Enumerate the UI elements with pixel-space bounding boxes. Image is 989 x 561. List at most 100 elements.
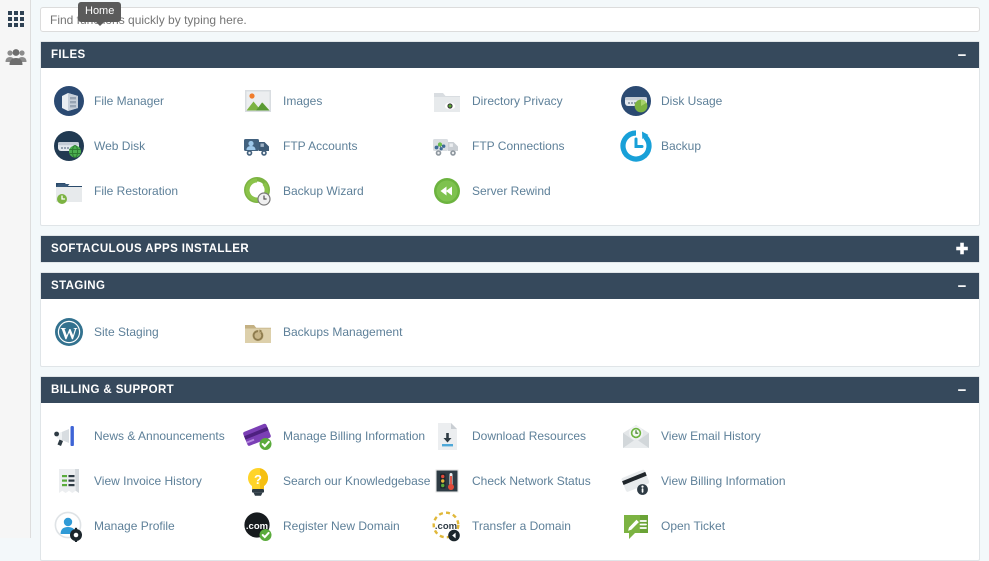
item-label: Images (283, 94, 322, 108)
item-view-invoice-history[interactable]: View Invoice History (41, 458, 230, 503)
card-info-icon (620, 465, 652, 497)
panel-title: FILES (51, 49, 955, 61)
item-row: W Site Staging Backups Management (41, 309, 979, 354)
collapse-icon[interactable]: − (955, 48, 969, 63)
item-label: Site Staging (94, 325, 159, 339)
item-label: Disk Usage (661, 94, 722, 108)
item-file-restoration[interactable]: File Restoration (41, 168, 230, 213)
file-restoration-icon (53, 175, 85, 207)
svg-text:W: W (61, 324, 78, 343)
panel-header[interactable]: FILES− (41, 42, 979, 68)
item-label: Web Disk (94, 139, 145, 153)
sidebar (0, 0, 31, 538)
sidebar-item-apps-grid[interactable] (0, 3, 31, 34)
item-label: View Invoice History (94, 474, 202, 488)
sidebar-item-user-manager[interactable] (0, 41, 31, 72)
item-label: View Billing Information (661, 474, 786, 488)
item-row: File Restoration Backup Wizard Server Rewi… (41, 168, 979, 213)
collapse-icon[interactable]: − (955, 383, 969, 398)
item-label: Search our Knowledgebase (283, 474, 430, 488)
grid-icon (8, 11, 24, 27)
search-bar: Home (40, 0, 980, 32)
main-content: Home FILES−File ManagerImagesDirectory P… (31, 0, 989, 538)
item-ftp-accounts[interactable]: FTP Accounts (230, 123, 419, 168)
dot-com-transfer-icon: .com (431, 510, 463, 542)
item-row: News & Announcements Manage Billing Infor… (41, 413, 979, 458)
disk-usage-icon (620, 85, 652, 117)
item-manage-billing-information[interactable]: Manage Billing Information (230, 413, 419, 458)
search-input[interactable] (40, 7, 980, 32)
item-site-staging[interactable]: W Site Staging (41, 309, 230, 354)
item-images[interactable]: Images (230, 78, 419, 123)
backup-wizard-icon (242, 175, 274, 207)
collapse-icon[interactable]: − (955, 279, 969, 294)
wordpress-icon: W (53, 316, 85, 348)
expand-icon[interactable]: ✚ (955, 242, 969, 257)
item-backup-wizard[interactable]: Backup Wizard (230, 168, 419, 213)
network-status-icon (431, 465, 463, 497)
item-label: Open Ticket (661, 519, 725, 533)
item-server-rewind[interactable]: Server Rewind (419, 168, 608, 213)
item-row: Manage Profile.comRegister New Domain.co… (41, 503, 979, 548)
panel-body: News & Announcements Manage Billing Infor… (41, 403, 979, 560)
item-check-network-status[interactable]: Check Network Status (419, 458, 608, 503)
web-disk-icon (53, 130, 85, 162)
item-file-manager[interactable]: File Manager (41, 78, 230, 123)
item-label: FTP Connections (472, 139, 565, 153)
profile-gear-icon (53, 510, 85, 542)
users-icon (5, 47, 27, 67)
panel-billing-support: BILLING & SUPPORT− News & Announcements Ma… (40, 376, 980, 561)
item-label: View Email History (661, 429, 761, 443)
item-label: Transfer a Domain (472, 519, 571, 533)
item-search-our-knowledgebase[interactable]: ?Search our Knowledgebase (230, 458, 419, 503)
ftp-connections-icon (431, 130, 463, 162)
item-label: Download Resources (472, 429, 586, 443)
item-manage-profile[interactable]: Manage Profile (41, 503, 230, 548)
item-register-new-domain[interactable]: .com Register New Domain (230, 503, 419, 548)
panel-title: SOFTACULOUS APPS INSTALLER (51, 243, 955, 255)
panel-body: File Manager Images Directory Privacy Disk … (41, 68, 979, 225)
item-label: Manage Profile (94, 519, 175, 533)
credit-card-check-icon (242, 420, 274, 452)
panel-title: BILLING & SUPPORT (51, 384, 955, 396)
lightbulb-question-icon: ? (242, 465, 274, 497)
item-download-resources[interactable]: Download Resources (419, 413, 608, 458)
megaphone-icon (53, 420, 85, 452)
item-directory-privacy[interactable]: Directory Privacy (419, 78, 608, 123)
item-view-billing-information[interactable]: View Billing Information (608, 458, 797, 503)
item-label: News & Announcements (94, 429, 225, 443)
item-row: View Invoice History?Search our Knowledg… (41, 458, 979, 503)
item-row: File Manager Images Directory Privacy Disk … (41, 78, 979, 123)
directory-privacy-icon (431, 85, 463, 117)
item-label: Check Network Status (472, 474, 591, 488)
backups-folder-icon (242, 316, 274, 348)
item-transfer-a-domain[interactable]: .com Transfer a Domain (419, 503, 608, 548)
envelope-clock-icon (620, 420, 652, 452)
item-label: Manage Billing Information (283, 429, 425, 443)
item-ftp-connections[interactable]: FTP Connections (419, 123, 608, 168)
item-label: Backup (661, 139, 701, 153)
backup-icon (620, 130, 652, 162)
item-news-announcements[interactable]: News & Announcements (41, 413, 230, 458)
item-open-ticket[interactable]: Open Ticket (608, 503, 797, 548)
ftp-accounts-icon (242, 130, 274, 162)
panel-header[interactable]: STAGING− (41, 273, 979, 299)
panel-body: W Site Staging Backups Management (41, 299, 979, 366)
panel-title: STAGING (51, 280, 955, 292)
item-disk-usage[interactable]: Disk Usage (608, 78, 797, 123)
item-label: FTP Accounts (283, 139, 357, 153)
panel-header[interactable]: BILLING & SUPPORT− (41, 377, 979, 403)
panel-header[interactable]: SOFTACULOUS APPS INSTALLER✚ (41, 236, 979, 262)
server-rewind-icon (431, 175, 463, 207)
item-label: Backup Wizard (283, 184, 364, 198)
images-icon (242, 85, 274, 117)
item-row: Web Disk FTP Accounts FTP Connections Backu… (41, 123, 979, 168)
item-web-disk[interactable]: Web Disk (41, 123, 230, 168)
item-backups-management[interactable]: Backups Management (230, 309, 419, 354)
item-view-email-history[interactable]: View Email History (608, 413, 797, 458)
item-label: Server Rewind (472, 184, 551, 198)
dot-com-check-icon: .com (242, 510, 274, 542)
item-label: Register New Domain (283, 519, 400, 533)
item-backup[interactable]: Backup (608, 123, 797, 168)
panel-files: FILES− File Manager Images Directory Privac… (40, 41, 980, 226)
